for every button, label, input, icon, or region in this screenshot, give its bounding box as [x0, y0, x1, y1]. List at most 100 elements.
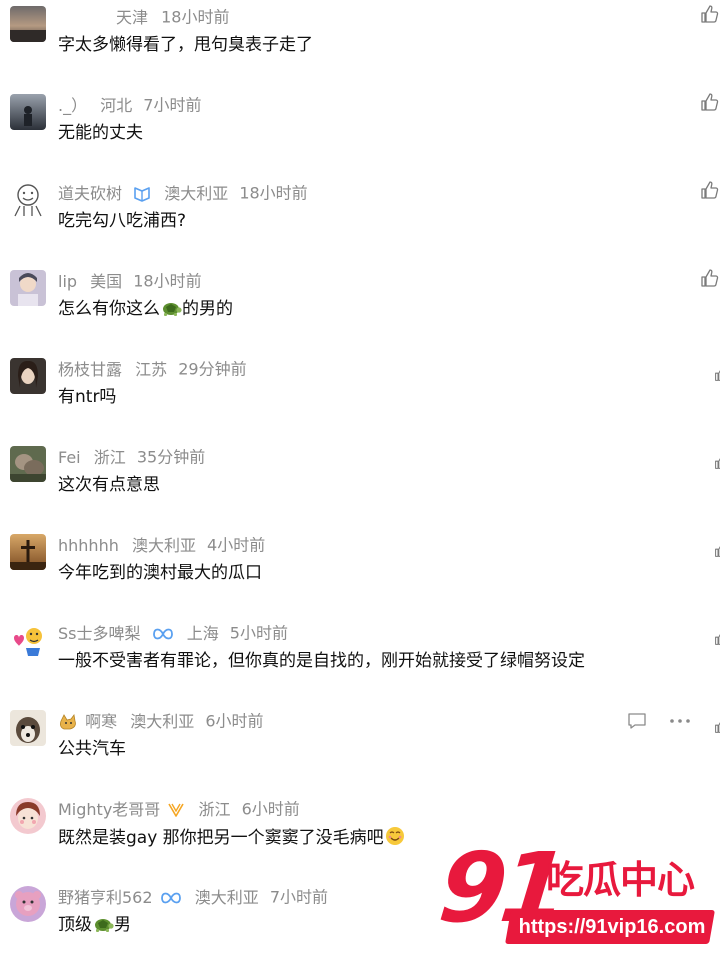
turtle-emoji-icon [95, 919, 114, 932]
comment-time: 18小时前 [161, 7, 230, 27]
comment-text: 吃完勾八吃浦西? [58, 211, 187, 231]
comment-meta: 啊寒 澳大利亚 6小时前 [58, 710, 264, 732]
comment-time: 7小时前 [269, 887, 329, 907]
comment-text-part: 男 [114, 915, 131, 935]
thumbs-up-icon[interactable] [700, 92, 720, 112]
location: 澳大利亚 [131, 535, 196, 555]
thumbs-up-icon[interactable] [700, 4, 720, 24]
username[interactable]: Ss士多啤梨 [58, 624, 141, 643]
avatar[interactable] [10, 710, 46, 746]
watermark-name: 吃瓜中心 [546, 858, 695, 902]
avatar[interactable] [10, 446, 46, 482]
comment-item: Fei 浙江 35分钟前 这次有点意思 [0, 440, 720, 528]
comment-text: 既然是装gay 那你把另一个窦窦了没毛病吧 [58, 825, 406, 850]
comment-text-part: 顶级 [58, 915, 92, 935]
comment-time: 18小时前 [239, 183, 308, 203]
verified-badge-icon [168, 803, 185, 817]
avatar[interactable] [10, 534, 46, 570]
thumbs-up-icon[interactable] [714, 542, 720, 558]
username[interactable]: ._） [58, 96, 87, 115]
reply-icon[interactable] [627, 712, 647, 730]
comment-meta: 野猪亨利562 澳大利亚 7小时前 [58, 886, 328, 908]
location: 澳大利亚 [194, 887, 259, 907]
comment-list: 天津 18小时前 字太多懒得看了，甩句臭表子走了 ._） 河北 7小时前 无能的… [0, 0, 720, 960]
thumbs-up-icon[interactable] [714, 630, 720, 646]
location: 浙江 [198, 799, 231, 819]
comment-item: 杨枝甘露 江苏 29分钟前 有ntr吗 [0, 352, 720, 440]
watermark-logo: 91 吃瓜中心 https://91vip16.com [434, 832, 720, 956]
comment-meta: 杨枝甘露 江苏 29分钟前 [58, 358, 247, 380]
comment-item: 天津 18小时前 字太多懒得看了，甩句臭表子走了 [0, 0, 720, 88]
comment-text-part: 的男的 [182, 299, 233, 319]
comment-time: 6小时前 [241, 799, 300, 819]
comment-item: 道夫砍树 澳大利亚 18小时前 吃完勾八吃浦西? [0, 176, 720, 264]
avatar[interactable] [10, 622, 46, 658]
username[interactable]: 杨枝甘露 [58, 360, 122, 379]
turtle-emoji-icon [163, 303, 182, 316]
comment-meta: Ss士多啤梨 上海 5小时前 [58, 622, 288, 644]
avatar[interactable] [10, 798, 46, 834]
thumbs-up-icon[interactable] [714, 454, 720, 470]
username[interactable]: Fei [58, 448, 81, 467]
comment-text-part: 既然是装gay 那你把另一个窦窦了没毛病吧 [58, 828, 384, 848]
comment-text: 公共汽车 [58, 739, 126, 759]
comment-meta: Fei 浙江 35分钟前 [58, 446, 205, 468]
watermark-url: https://91vip16.com [518, 916, 706, 938]
more-icon[interactable] [668, 718, 692, 724]
location: 河北 [100, 95, 133, 115]
verified-badge-icon [160, 892, 181, 903]
avatar[interactable] [10, 358, 46, 394]
comment-meta: lip 美国 18小时前 [58, 270, 202, 292]
comment-time: 35分钟前 [136, 447, 206, 467]
username[interactable]: 野猪亨利562 [58, 888, 153, 907]
comment-meta: 道夫砍树 澳大利亚 18小时前 [58, 182, 308, 204]
comment-time: 5小时前 [229, 623, 288, 643]
comment-text: 这次有点意思 [58, 475, 160, 495]
avatar[interactable] [10, 886, 46, 922]
comment-text: 有ntr吗 [58, 387, 117, 407]
thumbs-up-icon[interactable] [700, 268, 720, 288]
comment-time: 6小时前 [205, 711, 264, 731]
comment-meta: Mighty老哥哥 浙江 6小时前 [58, 798, 300, 820]
comment-time: 29分钟前 [178, 359, 247, 379]
comment-text: 无能的丈夫 [58, 123, 143, 143]
comment-text: 顶级 男 [58, 913, 131, 937]
thumbs-up-icon[interactable] [714, 718, 720, 734]
username[interactable]: Mighty老哥哥 [58, 800, 160, 819]
comment-text-part: 怎么有你这么 [58, 299, 160, 319]
verified-badge-icon [134, 186, 150, 202]
comment-item: Ss士多啤梨 上海 5小时前 一般不受害者有罪论，但你真的是自找的，刚开始就接受… [0, 616, 720, 704]
username[interactable]: 啊寒 [85, 712, 117, 731]
thumbs-up-icon[interactable] [714, 366, 720, 382]
smile-emoji-icon [385, 827, 404, 845]
avatar[interactable] [10, 94, 46, 130]
location: 澳大利亚 [130, 711, 195, 731]
location: 上海 [186, 623, 219, 643]
comment-item: ._） 河北 7小时前 无能的丈夫 [0, 88, 720, 176]
location: 江苏 [135, 359, 168, 379]
comment-text: 一般不受害者有罪论，但你真的是自找的，刚开始就接受了绿帽努设定 [58, 651, 585, 671]
comment-time: 4小时前 [207, 535, 266, 555]
comment-time: 18小时前 [133, 271, 202, 291]
avatar[interactable] [10, 270, 46, 306]
avatar[interactable] [10, 182, 46, 218]
location: 美国 [90, 271, 123, 291]
comment-text: 字太多懒得看了，甩句臭表子走了 [58, 35, 313, 55]
username[interactable]: 道夫砍树 [58, 184, 122, 203]
comment-meta: 天津 18小时前 [116, 6, 229, 28]
comment-text: 今年吃到的澳村最大的瓜口 [58, 563, 262, 583]
comment-text: 怎么有你这么 的男的 [58, 297, 233, 321]
verified-badge-icon [152, 628, 173, 639]
username[interactable]: 天津 [116, 8, 148, 27]
comment-meta: hhhhhh 澳大利亚 4小时前 [58, 534, 265, 556]
comment-item: lip 美国 18小时前 怎么有你这么 的男的 [0, 264, 720, 352]
comment-item: hhhhhh 澳大利亚 4小时前 今年吃到的澳村最大的瓜口 [0, 528, 720, 616]
location: 浙江 [93, 447, 126, 467]
comment-item: 啊寒 澳大利亚 6小时前 公共汽车 [0, 704, 720, 792]
animal-badge-icon [60, 713, 76, 729]
thumbs-up-icon[interactable] [700, 180, 720, 200]
username[interactable]: hhhhhh [58, 536, 119, 555]
location: 澳大利亚 [164, 183, 229, 203]
username[interactable]: lip [58, 272, 77, 291]
avatar[interactable] [10, 6, 46, 42]
